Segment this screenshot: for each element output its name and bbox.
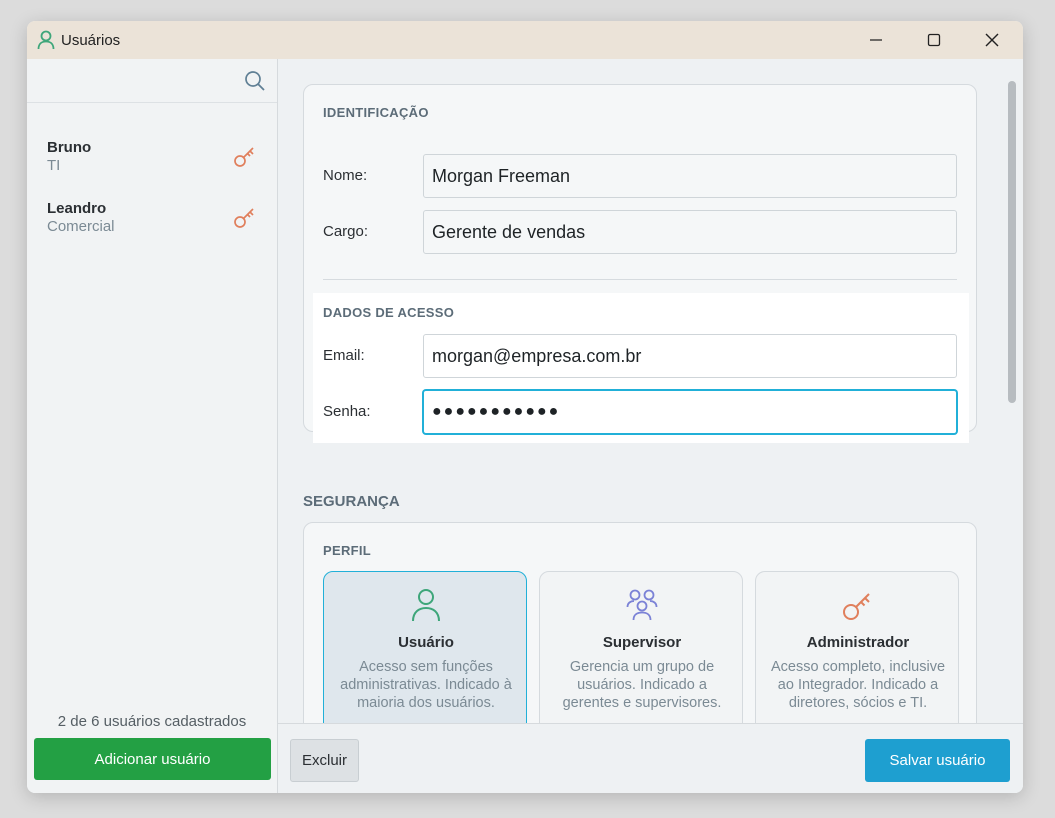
sidebar: Bruno TI Leandro Comercial 2 de 6 usuári… [27, 59, 278, 793]
password-field[interactable] [423, 390, 957, 434]
main-panel: IDENTIFICAÇÃO Nome: Cargo: DADOS DE ACES… [278, 59, 1023, 793]
scrollbar-thumb[interactable] [1008, 81, 1016, 403]
identification-section-label: IDENTIFICAÇÃO [323, 105, 429, 120]
person-icon [37, 30, 55, 50]
user-name: Bruno [47, 139, 92, 156]
role-field[interactable] [423, 210, 957, 254]
person-icon [410, 588, 442, 622]
password-label: Senha: [323, 403, 371, 420]
key-icon [233, 144, 257, 168]
search-icon[interactable] [244, 70, 266, 92]
minimize-button[interactable] [847, 21, 905, 59]
name-label: Nome: [323, 167, 368, 184]
user-count-text: 2 de 6 usuários cadastrados [57, 713, 247, 730]
title-bar: Usuários [27, 21, 1023, 59]
close-button[interactable] [963, 21, 1021, 59]
save-user-button[interactable]: Salvar usuário [865, 739, 1010, 782]
name-field[interactable] [423, 154, 957, 198]
key-icon [233, 205, 257, 229]
group-icon [626, 588, 658, 622]
profile-title: Administrador [806, 634, 910, 651]
user-role: TI [47, 157, 61, 174]
profile-section-label: PERFIL [323, 543, 372, 558]
profile-description: Acesso sem funções administrativas. Indi… [340, 659, 512, 711]
profile-title: Supervisor [602, 634, 682, 651]
user-name: Leandro [47, 200, 107, 217]
user-role: Comercial [47, 218, 115, 235]
user-list-item-leandro[interactable]: Leandro Comercial [27, 200, 277, 256]
role-label: Cargo: [323, 223, 369, 240]
profile-description: Gerencia um grupo de usuários. Indicado … [562, 659, 722, 711]
form-footer: Excluir Salvar usuário [278, 723, 1023, 793]
access-section-label: DADOS DE ACESSO [323, 305, 455, 320]
profile-description: Acesso completo, inclusive ao Integrador… [770, 659, 946, 711]
profile-option-usuario[interactable]: Usuário Acesso sem funções administrativ… [323, 571, 527, 723]
add-user-button[interactable]: Adicionar usuário [34, 738, 271, 780]
delete-button[interactable]: Excluir [290, 739, 359, 782]
profile-option-administrador[interactable]: Administrador Acesso completo, inclusive… [755, 571, 959, 723]
close-icon [985, 33, 999, 47]
sidebar-search-row [27, 59, 277, 103]
window-title: Usuários [61, 32, 121, 49]
email-field[interactable] [423, 334, 957, 378]
profile-title: Usuário [398, 634, 454, 651]
key-icon [842, 588, 874, 622]
access-data-section: DADOS DE ACESSO Email: Senha: [313, 293, 969, 443]
users-window: Usuários Bruno TI Leandro Comercial 2 de… [27, 21, 1023, 793]
email-label: Email: [323, 347, 365, 364]
user-list-item-bruno[interactable]: Bruno TI [27, 139, 277, 195]
profile-option-supervisor[interactable]: Supervisor Gerencia um grupo de usuários… [539, 571, 743, 723]
maximize-button[interactable] [905, 21, 963, 59]
minimize-icon [870, 39, 882, 41]
maximize-icon [927, 33, 941, 47]
security-section-title: SEGURANÇA [303, 493, 400, 510]
section-divider [323, 279, 957, 280]
form-scroll-area[interactable]: IDENTIFICAÇÃO Nome: Cargo: DADOS DE ACES… [278, 59, 1023, 723]
